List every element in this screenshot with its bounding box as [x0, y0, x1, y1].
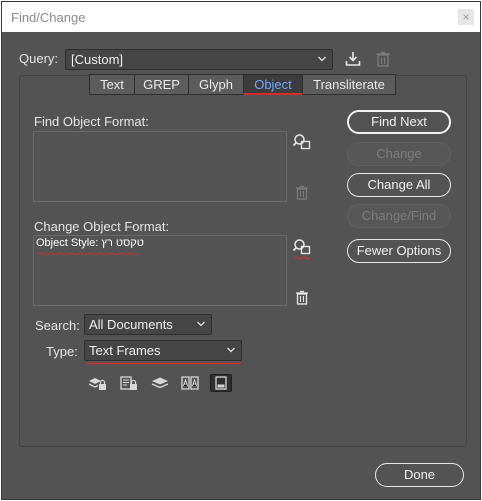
- fewer-options-button[interactable]: Fewer Options: [347, 239, 451, 263]
- search-label: Search:: [35, 318, 80, 333]
- type-select[interactable]: Text Frames: [84, 340, 242, 361]
- change-button[interactable]: Change: [347, 142, 451, 166]
- search-select[interactable]: All Documents: [84, 314, 212, 335]
- clear-change-format-button[interactable]: [292, 288, 312, 308]
- clear-find-format-button[interactable]: [292, 183, 312, 203]
- search-value: All Documents: [89, 317, 173, 332]
- change-format-box[interactable]: Object Style: טקסט רץ: [33, 235, 287, 306]
- type-value: Text Frames: [89, 343, 161, 358]
- find-format-icon: [292, 134, 311, 150]
- title-bar[interactable]: Find/Change ×: [2, 2, 480, 32]
- specify-find-format-button[interactable]: [292, 132, 312, 152]
- type-label: Type:: [46, 344, 78, 359]
- done-button[interactable]: Done: [375, 463, 464, 487]
- spellcheck-underline: [38, 252, 138, 255]
- query-select[interactable]: [Custom]: [65, 49, 333, 70]
- tab-glyph[interactable]: Glyph: [188, 74, 243, 95]
- change-format-text: Object Style: טקסט רץ: [36, 237, 144, 249]
- hidden-layers-icon: [151, 377, 169, 389]
- change-find-button[interactable]: Change/Find: [347, 204, 451, 228]
- change-format-icon: [292, 239, 311, 260]
- change-all-button[interactable]: Change All: [347, 173, 451, 197]
- close-button[interactable]: ×: [458, 9, 474, 25]
- spellcheck-underline: [85, 362, 241, 365]
- include-hidden-layers-toggle[interactable]: [149, 374, 171, 392]
- trash-icon: [376, 51, 390, 67]
- tab-bar: Text GREP Glyph Object Transliterate: [89, 74, 396, 95]
- locked-stories-icon: [120, 376, 137, 390]
- window-title: Find/Change: [11, 10, 86, 25]
- delete-query-button[interactable]: [373, 49, 393, 69]
- find-format-box[interactable]: [33, 131, 287, 202]
- include-locked-layers-toggle[interactable]: [87, 374, 109, 392]
- tab-transliterate[interactable]: Transliterate: [302, 74, 396, 95]
- tab-grep[interactable]: GREP: [134, 74, 188, 95]
- include-locked-stories-toggle[interactable]: [118, 374, 140, 392]
- include-master-pages-toggle[interactable]: [179, 374, 201, 392]
- chevron-down-icon: [197, 321, 205, 327]
- tab-object[interactable]: Object: [243, 74, 302, 95]
- find-format-label: Find Object Format:: [34, 114, 149, 129]
- chevron-down-icon: [318, 56, 326, 62]
- download-icon: [345, 52, 361, 66]
- save-query-button[interactable]: [343, 49, 363, 69]
- chevron-down-icon: [227, 347, 235, 353]
- find-change-dialog: Find/Change × Query: [Custom] Text GREP …: [1, 1, 481, 500]
- query-value: [Custom]: [71, 52, 124, 67]
- locked-layers-icon: [88, 378, 106, 390]
- footnotes-icon: [215, 376, 227, 390]
- trash-icon: [296, 185, 308, 200]
- include-footnotes-toggle[interactable]: [210, 374, 232, 392]
- tab-text[interactable]: Text: [89, 74, 134, 95]
- query-label: Query:: [19, 51, 59, 66]
- trash-icon: [296, 290, 308, 305]
- change-format-label: Change Object Format:: [34, 219, 170, 234]
- find-next-button[interactable]: Find Next: [347, 110, 451, 134]
- specify-change-format-button[interactable]: [292, 237, 312, 260]
- master-pages-icon: [181, 376, 199, 390]
